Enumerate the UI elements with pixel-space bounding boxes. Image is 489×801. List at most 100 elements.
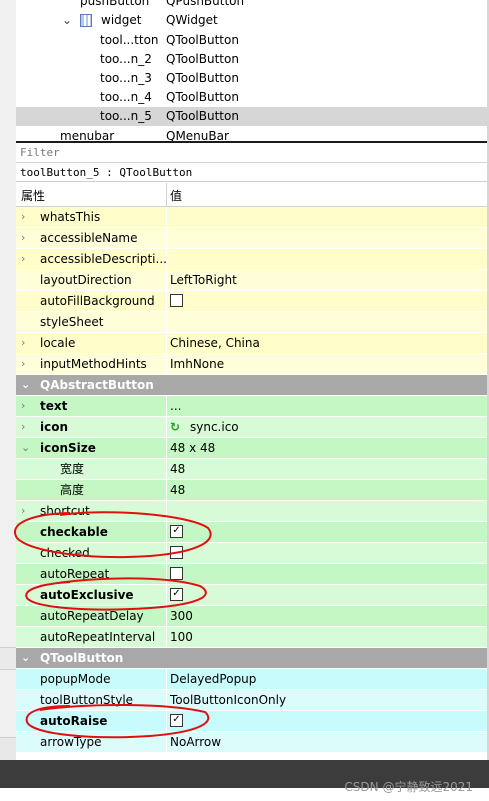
chevron-right-icon[interactable]: ›	[21, 396, 33, 416]
prop-value[interactable]: 48	[170, 459, 185, 479]
widget-layout-icon	[80, 14, 92, 27]
prop-value-cell: ✓	[170, 711, 183, 731]
sync-icon: ↻	[170, 420, 181, 434]
prop-value-cell	[170, 543, 183, 563]
prop-value-cell	[170, 291, 183, 311]
tree-row-widget[interactable]: ⌄ widget QWidget	[16, 11, 489, 30]
prop-value[interactable]: LeftToRight	[170, 270, 237, 290]
prop-row-layoutdirection[interactable]: layoutDirection LeftToRight	[16, 270, 489, 291]
prop-row-shortcut[interactable]: › shortcut	[16, 501, 489, 522]
prop-row-height[interactable]: 高度 48	[16, 480, 489, 501]
tree-row-toolbutton-3[interactable]: too...n_3 QToolButton	[16, 69, 489, 88]
prop-row-accessiblename[interactable]: › accessibleName	[16, 228, 489, 249]
chevron-right-icon[interactable]: ›	[21, 333, 33, 353]
chevron-down-icon[interactable]: ⌄	[21, 375, 33, 395]
prop-row-autofillbackground[interactable]: autoFillBackground	[16, 291, 489, 312]
autofillbackground-checkbox[interactable]	[170, 294, 183, 307]
category-qtoolbutton[interactable]: ⌄ QToolButton	[16, 648, 489, 669]
prop-row-autoraise[interactable]: autoRaise ✓	[16, 711, 489, 732]
prop-row-popupmode[interactable]: popupMode DelayedPopup	[16, 669, 489, 690]
prop-value[interactable]: DelayedPopup	[170, 669, 256, 689]
prop-name: iconSize	[40, 441, 96, 455]
header-divider[interactable]	[166, 183, 167, 207]
prop-row-autoexclusive[interactable]: autoExclusive ✓	[16, 585, 489, 606]
autoraise-checkbox[interactable]: ✓	[170, 714, 183, 727]
prop-row-checkable[interactable]: checkable ✓	[16, 522, 489, 543]
prop-value-cell[interactable]: ↻ sync.ico	[170, 417, 239, 437]
header-property[interactable]: 属性	[21, 187, 45, 204]
property-table: › whatsThis › accessibleName › accessibl…	[16, 207, 489, 753]
left-panel-row-highlight	[0, 737, 16, 760]
autoexclusive-checkbox[interactable]: ✓	[170, 588, 183, 601]
prop-row-iconsize[interactable]: ⌄ iconSize 48 x 48	[16, 438, 489, 459]
column-divider	[166, 438, 167, 459]
chevron-right-icon[interactable]: ›	[21, 501, 33, 521]
prop-value-cell: ✓	[170, 585, 183, 605]
prop-name: autoRepeatInterval	[40, 630, 156, 644]
prop-value[interactable]: ImhNone	[170, 354, 224, 374]
tree-row-toolbutton-2[interactable]: too...n_2 QToolButton	[16, 50, 489, 69]
prop-row-locale[interactable]: › locale Chinese, China	[16, 333, 489, 354]
column-divider	[166, 249, 167, 270]
column-divider	[166, 732, 167, 753]
chevron-down-icon[interactable]: ⌄	[62, 11, 72, 30]
chevron-right-icon[interactable]: ›	[21, 249, 33, 269]
column-divider	[166, 417, 167, 438]
tree-item-class: QWidget	[166, 13, 218, 27]
column-divider	[166, 354, 167, 375]
tree-item-class: QToolButton	[166, 71, 239, 85]
prop-row-inputmethodhints[interactable]: › inputMethodHints ImhNone	[16, 354, 489, 375]
column-divider	[166, 270, 167, 291]
tree-row-toolbutton-4[interactable]: too...n_4 QToolButton	[16, 88, 489, 107]
prop-row-icon[interactable]: › icon ↻ sync.ico	[16, 417, 489, 438]
prop-name: autoExclusive	[40, 588, 134, 602]
chevron-right-icon[interactable]: ›	[21, 207, 33, 227]
prop-value[interactable]: 100	[170, 627, 193, 647]
prop-name: checkable	[40, 525, 108, 539]
prop-row-stylesheet[interactable]: styleSheet	[16, 312, 489, 333]
prop-row-autorepeatdelay[interactable]: autoRepeatDelay 300	[16, 606, 489, 627]
checkable-checkbox[interactable]: ✓	[170, 525, 183, 538]
tree-row-menubar[interactable]: menubar QMenuBar	[16, 127, 489, 141]
prop-value[interactable]: 48 x 48	[170, 438, 215, 458]
autorepeat-checkbox[interactable]	[170, 567, 183, 580]
chevron-right-icon[interactable]: ›	[21, 417, 33, 437]
tree-item-class: QMenuBar	[166, 129, 229, 141]
checked-checkbox[interactable]	[170, 546, 183, 559]
prop-row-checked[interactable]: checked	[16, 543, 489, 564]
prop-row-autorepeat[interactable]: autoRepeat	[16, 564, 489, 585]
chevron-down-icon[interactable]: ⌄	[21, 648, 33, 668]
chevron-right-icon[interactable]: ›	[21, 228, 33, 248]
prop-row-accessibledescription[interactable]: › accessibleDescripti...	[16, 249, 489, 270]
chevron-right-icon[interactable]: ›	[21, 354, 33, 374]
filter-input[interactable]	[20, 146, 480, 159]
prop-value[interactable]: ...	[170, 396, 181, 416]
prop-row-arrowtype[interactable]: arrowType NoArrow	[16, 732, 489, 753]
tree-item-name: pushButton	[80, 0, 150, 8]
prop-row-autorepeatinterval[interactable]: autoRepeatInterval 100	[16, 627, 489, 648]
header-value[interactable]: 值	[170, 187, 182, 204]
prop-row-width[interactable]: 宽度 48	[16, 459, 489, 480]
tree-row-toolbutton[interactable]: tool...tton QToolButton	[16, 31, 489, 50]
property-table-header: 属性 值	[16, 183, 489, 207]
prop-value[interactable]: NoArrow	[170, 732, 221, 752]
prop-name: 高度	[60, 483, 85, 497]
tree-item-name: tool...tton	[100, 33, 159, 47]
column-divider	[166, 459, 167, 480]
left-panel-edge	[0, 0, 16, 760]
prop-value[interactable]: 300	[170, 606, 193, 626]
category-qabstractbutton[interactable]: ⌄ QAbstractButton	[16, 375, 489, 396]
tree-row-pushbutton[interactable]: pushButton QPushButton	[16, 0, 489, 11]
column-divider	[166, 522, 167, 543]
tree-row-toolbutton-5[interactable]: too...n_5 QToolButton	[16, 107, 489, 126]
chevron-down-icon[interactable]: ⌄	[21, 438, 33, 458]
prop-row-toolbuttonstyle[interactable]: toolButtonStyle ToolButtonIconOnly	[16, 690, 489, 711]
prop-value[interactable]: Chinese, China	[170, 333, 260, 353]
prop-value[interactable]: 48	[170, 480, 185, 500]
column-divider	[166, 669, 167, 690]
prop-row-whatsthis[interactable]: › whatsThis	[16, 207, 489, 228]
prop-value[interactable]: ToolButtonIconOnly	[170, 690, 286, 710]
column-divider	[166, 228, 167, 249]
prop-name: 宽度	[60, 462, 85, 476]
prop-row-text[interactable]: › text ...	[16, 396, 489, 417]
